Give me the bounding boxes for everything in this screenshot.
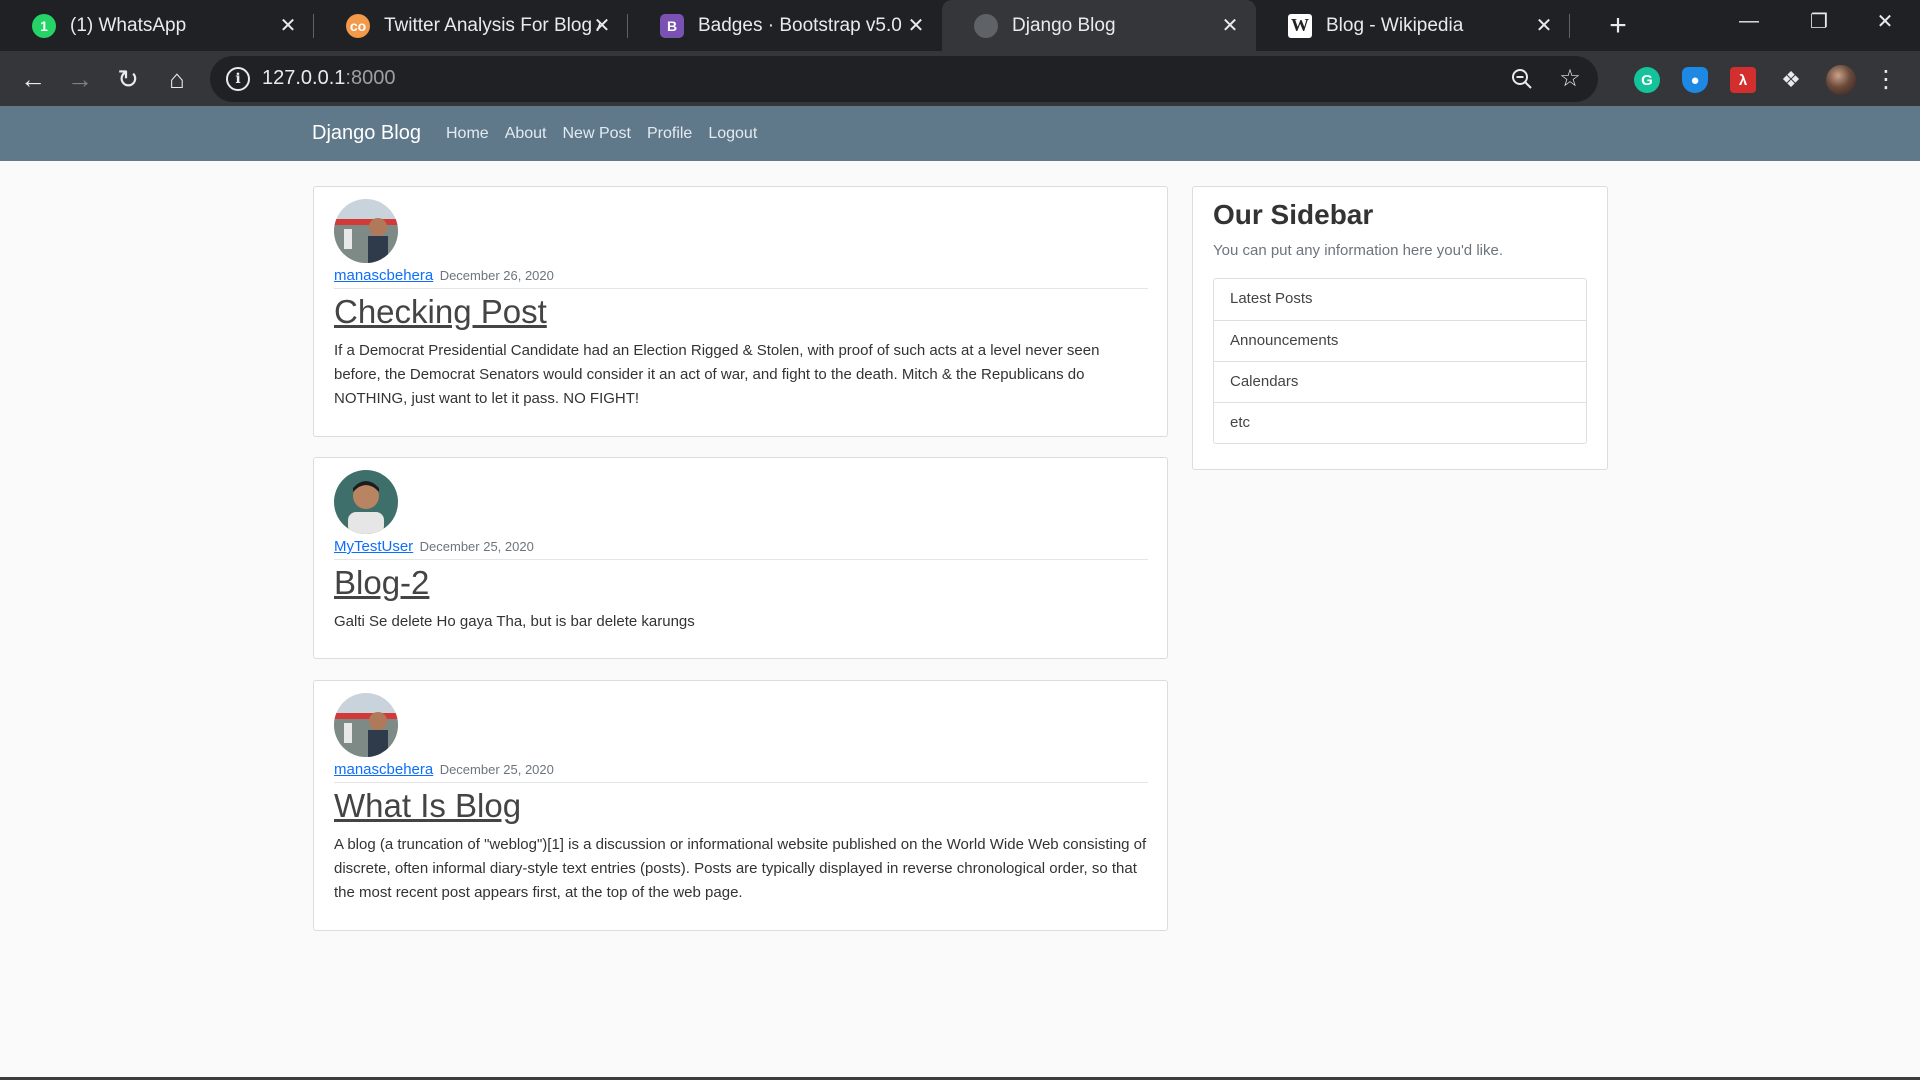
post-meta: MyTestUser December 25, 2020 [334, 538, 1148, 560]
sidebar-item-latest-posts[interactable]: Latest Posts [1214, 279, 1586, 320]
navbar-brand[interactable]: Django Blog [312, 122, 421, 145]
nav-link-logout[interactable]: Logout [708, 125, 757, 143]
browser-tab-django-blog[interactable]: Django Blog ✕ [942, 0, 1256, 51]
reload-icon[interactable]: ↻ [108, 59, 148, 99]
post-card: manascbehera December 26, 2020 Checking … [313, 186, 1168, 437]
browser-tab-whatsapp[interactable]: 1 (1) WhatsApp ✕ [0, 0, 314, 51]
minimize-button[interactable]: — [1714, 0, 1784, 42]
post-meta: manascbehera December 26, 2020 [334, 267, 1148, 289]
menu-kebab-icon[interactable]: ⋮ [1866, 59, 1906, 99]
sidebar-item-etc[interactable]: etc [1214, 402, 1586, 443]
browser-tab-wikipedia[interactable]: W Blog - Wikipedia ✕ [1256, 0, 1570, 51]
close-icon[interactable]: ✕ [590, 13, 614, 37]
address-port: :8000 [345, 67, 396, 89]
close-icon[interactable]: ✕ [1532, 13, 1556, 37]
tab-title: Blog - Wikipedia [1326, 14, 1464, 36]
shield-extension-icon[interactable]: ● [1682, 67, 1708, 93]
post-content: Galti Se delete Ho gaya Tha, but is bar … [334, 613, 695, 630]
browser-tab-strip: 1 (1) WhatsApp ✕ co Twitter Analysis For… [0, 0, 1920, 51]
restore-button[interactable]: ❐ [1784, 0, 1854, 42]
post-card: manascbehera December 25, 2020 What Is B… [313, 680, 1168, 931]
sidebar-title: Our Sidebar [1213, 199, 1374, 230]
nav-link-new-post[interactable]: New Post [563, 125, 631, 143]
nav-link-home[interactable]: Home [446, 125, 489, 143]
post-date: December 25, 2020 [439, 762, 554, 777]
browser-toolbar: ← → ↻ ⌂ i 127.0.0.1:8000 ☆ G ● λ ❖ ⋮ [0, 51, 1920, 106]
post-author-link[interactable]: manascbehera [334, 761, 433, 778]
close-icon[interactable]: ✕ [1218, 13, 1242, 37]
site-info-icon[interactable]: i [226, 67, 250, 91]
avatar [334, 199, 398, 263]
zoom-icon[interactable] [1508, 65, 1536, 93]
extensions-puzzle-icon[interactable]: ❖ [1778, 67, 1804, 93]
nav-link-about[interactable]: About [505, 125, 547, 143]
sidebar-subtitle: You can put any information here you'd l… [1213, 242, 1503, 259]
coursera-icon: co [346, 13, 370, 38]
nav-link-profile[interactable]: Profile [647, 125, 692, 143]
bookmark-star-icon[interactable]: ☆ [1556, 64, 1584, 92]
grammarly-icon[interactable]: G [1634, 67, 1660, 93]
post-title-link[interactable]: Blog-2 [334, 564, 429, 602]
sidebar-item-announcements[interactable]: Announcements [1214, 320, 1586, 361]
tab-title: Django Blog [1012, 14, 1116, 36]
sidebar-item-calendars[interactable]: Calendars [1214, 361, 1586, 402]
browser-tab-twitter-analysis[interactable]: co Twitter Analysis For Blog API ✕ [314, 0, 628, 51]
back-icon[interactable]: ← [13, 59, 53, 99]
post-content: If a Democrat Presidential Candidate had… [334, 342, 1100, 407]
browser-tab-bootstrap[interactable]: B Badges · Bootstrap v5.0 ✕ [628, 0, 942, 51]
tab-title: Twitter Analysis For Blog API [384, 14, 600, 36]
tab-separator [1569, 14, 1570, 38]
post-card: MyTestUser December 25, 2020 Blog-2 Galt… [313, 457, 1168, 659]
sidebar-list: Latest Posts Announcements Calendars etc [1213, 278, 1587, 444]
post-author-link[interactable]: manascbehera [334, 267, 433, 284]
forward-icon[interactable]: → [60, 59, 100, 99]
globe-icon [974, 13, 998, 38]
sidebar: Our Sidebar You can put any information … [1192, 186, 1608, 470]
tab-title: Badges · Bootstrap v5.0 [698, 14, 902, 36]
avatar [334, 470, 398, 534]
post-meta: manascbehera December 25, 2020 [334, 761, 1148, 783]
home-icon[interactable]: ⌂ [157, 59, 197, 99]
wikipedia-icon: W [1288, 13, 1312, 38]
window-close-button[interactable]: ✕ [1850, 0, 1920, 42]
post-content: A blog (a truncation of "weblog")[1] is … [334, 836, 1147, 901]
address-bar[interactable]: i 127.0.0.1:8000 ☆ [210, 56, 1598, 102]
avatar [334, 693, 398, 757]
acrobat-icon[interactable]: λ [1730, 67, 1756, 93]
address-url[interactable]: 127.0.0.1:8000 [262, 67, 395, 90]
bootstrap-icon: B [660, 13, 684, 38]
post-title-link[interactable]: What Is Blog [334, 787, 521, 825]
new-tab-button[interactable]: + [1598, 9, 1638, 42]
address-host: 127.0.0.1 [262, 67, 346, 89]
site-navbar: Django Blog Home About New Post Profile … [0, 106, 1920, 161]
post-date: December 26, 2020 [439, 268, 554, 283]
whatsapp-icon: 1 [32, 13, 56, 38]
post-date: December 25, 2020 [419, 539, 534, 554]
close-icon[interactable]: ✕ [276, 13, 300, 37]
post-author-link[interactable]: MyTestUser [334, 538, 413, 555]
close-icon[interactable]: ✕ [904, 13, 928, 37]
navbar-links: Home About New Post Profile Logout [446, 125, 773, 143]
profile-avatar-icon[interactable] [1826, 65, 1856, 95]
tab-title: (1) WhatsApp [70, 14, 187, 36]
post-title-link[interactable]: Checking Post [334, 293, 547, 331]
